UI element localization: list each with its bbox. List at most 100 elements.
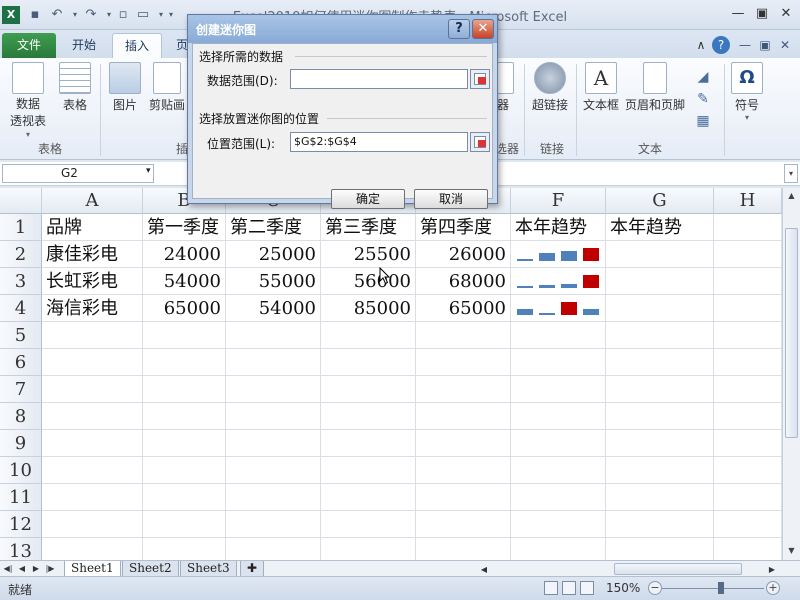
- horizontal-scrollbar[interactable]: ◀ ▶: [478, 562, 782, 576]
- cell[interactable]: [416, 538, 511, 560]
- cell[interactable]: [143, 349, 226, 376]
- data-range-input[interactable]: [290, 69, 468, 89]
- cell[interactable]: [606, 430, 714, 457]
- cell[interactable]: [511, 322, 606, 349]
- cell[interactable]: [606, 322, 714, 349]
- tab-insert[interactable]: 插入: [112, 33, 163, 58]
- quarter-value-cell[interactable]: 85000: [321, 295, 416, 322]
- quarter-value-cell[interactable]: 25500: [321, 241, 416, 268]
- column-header-f[interactable]: F: [511, 188, 606, 214]
- cell[interactable]: [42, 403, 143, 430]
- undo-icon[interactable]: ↶: [48, 6, 66, 24]
- pivot-table-button[interactable]: 数据 透视表 ▾: [4, 62, 52, 139]
- quarter-value-cell[interactable]: 65000: [143, 295, 226, 322]
- cell[interactable]: [714, 484, 782, 511]
- quarter-value-cell[interactable]: 26000: [416, 241, 511, 268]
- open-icon[interactable]: ▭: [134, 6, 152, 24]
- cell[interactable]: [416, 349, 511, 376]
- cell[interactable]: [321, 403, 416, 430]
- quarter-value-cell[interactable]: 65000: [416, 295, 511, 322]
- zoom-level[interactable]: 150%: [606, 581, 640, 595]
- quarter-value-cell[interactable]: 54000: [226, 295, 321, 322]
- cell[interactable]: [416, 484, 511, 511]
- restore-icon[interactable]: ▣: [750, 5, 774, 23]
- picture-button[interactable]: 图片: [106, 62, 144, 113]
- ok-button[interactable]: 确定: [331, 189, 405, 209]
- row-header-11[interactable]: 11: [0, 484, 42, 511]
- cell[interactable]: [714, 403, 782, 430]
- header-cell[interactable]: 第二季度: [226, 214, 321, 241]
- row-header-10[interactable]: 10: [0, 457, 42, 484]
- cell[interactable]: [606, 268, 714, 295]
- cell[interactable]: [226, 511, 321, 538]
- name-box[interactable]: G2: [2, 164, 154, 183]
- cell[interactable]: [226, 322, 321, 349]
- save-icon[interactable]: ▪: [26, 6, 44, 24]
- cell[interactable]: [714, 349, 782, 376]
- cell[interactable]: [143, 403, 226, 430]
- row-header-4[interactable]: 4: [0, 295, 42, 322]
- header-cell[interactable]: 品牌: [42, 214, 143, 241]
- quarter-value-cell[interactable]: 54000: [143, 268, 226, 295]
- cell[interactable]: [416, 457, 511, 484]
- worksheet-grid[interactable]: ABCDEFGH1品牌第一季度第二季度第三季度第四季度本年趋势本年趋势2康佳彩电…: [0, 188, 782, 560]
- cell[interactable]: [321, 457, 416, 484]
- cell[interactable]: [606, 241, 714, 268]
- help-icon[interactable]: ?: [712, 36, 730, 54]
- cell[interactable]: [42, 349, 143, 376]
- cell[interactable]: [226, 538, 321, 560]
- header-cell[interactable]: 第一季度: [143, 214, 226, 241]
- cell[interactable]: [511, 376, 606, 403]
- cell[interactable]: [321, 430, 416, 457]
- dialog-help-button[interactable]: ?: [448, 19, 470, 39]
- page-break-view-icon[interactable]: [580, 581, 594, 595]
- wordart-icon[interactable]: ◢ ✎ ▦: [690, 66, 716, 132]
- cell[interactable]: [42, 484, 143, 511]
- column-header-a[interactable]: A: [42, 188, 143, 214]
- row-header-1[interactable]: 1: [0, 214, 42, 241]
- header-cell[interactable]: 本年趋势: [606, 214, 714, 241]
- symbol-button[interactable]: Ω 符号 ▾: [730, 62, 764, 122]
- row-header-6[interactable]: 6: [0, 349, 42, 376]
- cell[interactable]: [714, 511, 782, 538]
- header-footer-button[interactable]: 页眉和页脚: [624, 62, 686, 113]
- text-box-button[interactable]: A 文本框: [580, 62, 622, 113]
- location-range-input[interactable]: $G$2:$G$4: [290, 132, 468, 152]
- cell[interactable]: [714, 268, 782, 295]
- row-header-12[interactable]: 12: [0, 511, 42, 538]
- cell[interactable]: [321, 538, 416, 560]
- cell[interactable]: [511, 430, 606, 457]
- table-button[interactable]: 表格: [56, 62, 94, 113]
- tab-home[interactable]: 开始: [60, 33, 108, 58]
- cell[interactable]: [606, 295, 714, 322]
- doc-minimize-icon[interactable]: —: [736, 36, 754, 54]
- cell[interactable]: [714, 322, 782, 349]
- location-range-picker-button[interactable]: [470, 132, 490, 152]
- cell[interactable]: [416, 376, 511, 403]
- new-icon[interactable]: ▫: [114, 6, 132, 24]
- first-sheet-icon[interactable]: ◀|: [2, 561, 14, 576]
- row-header-3[interactable]: 3: [0, 268, 42, 295]
- scroll-down-icon[interactable]: ▼: [783, 543, 800, 559]
- sparkline-cell[interactable]: [511, 241, 606, 268]
- row-header-8[interactable]: 8: [0, 403, 42, 430]
- cell[interactable]: [606, 538, 714, 560]
- tab-file[interactable]: 文件: [2, 33, 56, 58]
- row-header-9[interactable]: 9: [0, 430, 42, 457]
- page-layout-view-icon[interactable]: [562, 581, 576, 595]
- quarter-value-cell[interactable]: 56000: [321, 268, 416, 295]
- customize-qat-icon[interactable]: ▾: [162, 6, 180, 24]
- cell[interactable]: [226, 484, 321, 511]
- cell[interactable]: [42, 538, 143, 560]
- cell[interactable]: [143, 430, 226, 457]
- cell[interactable]: [226, 430, 321, 457]
- cell[interactable]: [42, 457, 143, 484]
- brand-cell[interactable]: 长虹彩电: [42, 268, 143, 295]
- zoom-slider-thumb[interactable]: [718, 582, 724, 594]
- scroll-left-icon[interactable]: ◀: [478, 562, 490, 577]
- cell[interactable]: [143, 538, 226, 560]
- column-header-h[interactable]: H: [714, 188, 782, 214]
- cell[interactable]: [321, 322, 416, 349]
- sparkline-cell[interactable]: [511, 268, 606, 295]
- hyperlink-button[interactable]: 超链接: [528, 62, 572, 113]
